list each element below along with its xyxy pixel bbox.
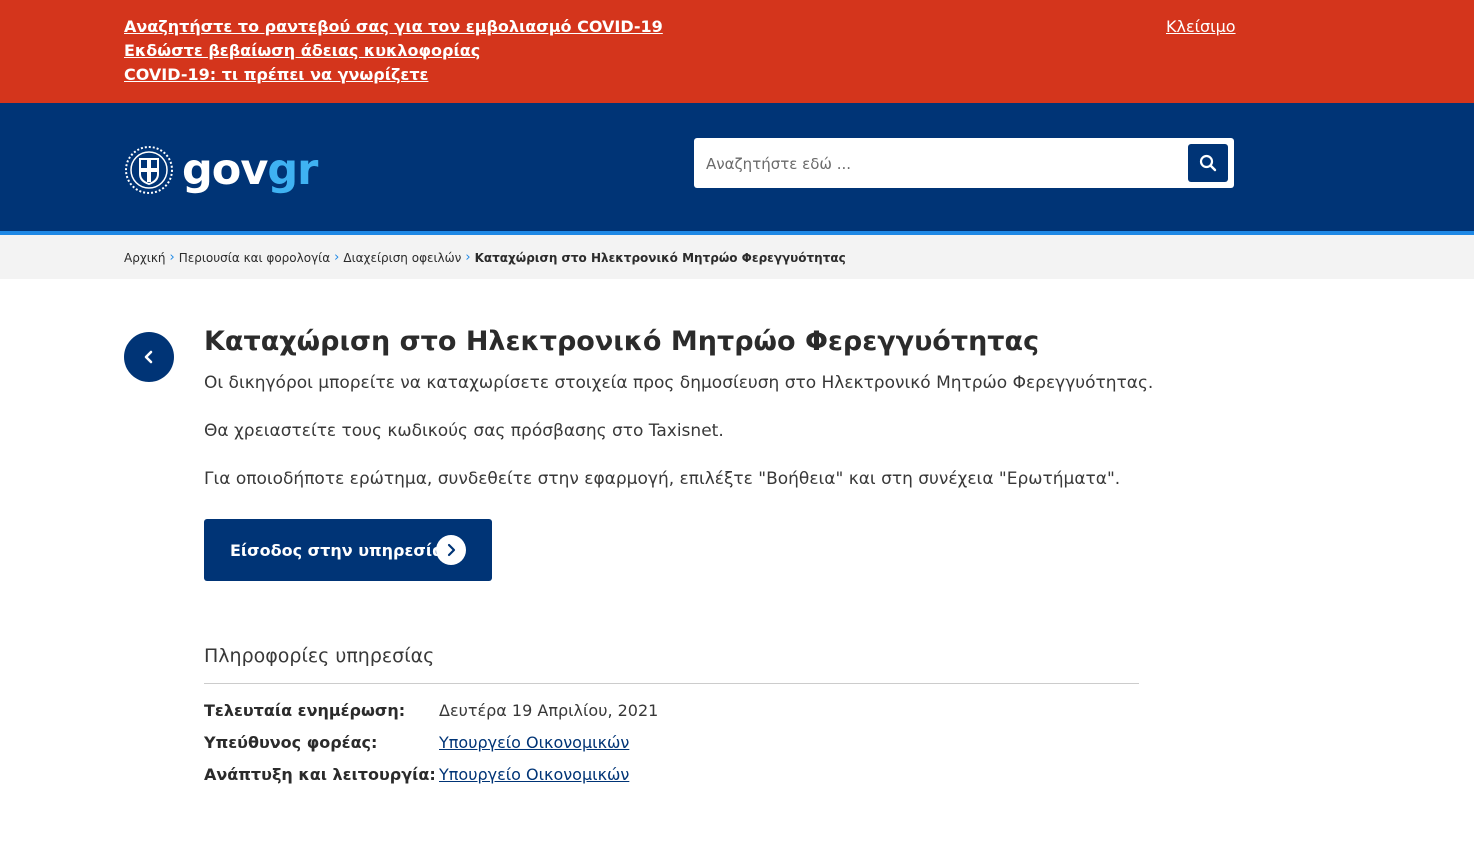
page-title: Καταχώριση στο Ηλεκτρονικό Μητρώο Φερεγγ… xyxy=(204,326,1040,357)
alert-banner: Αναζητήστε το ραντεβού σας για τον εμβολ… xyxy=(0,0,1474,103)
chevron-right-icon: › xyxy=(169,250,175,265)
banner-link-vaccination[interactable]: Αναζητήστε το ραντεβού σας για τον εμβολ… xyxy=(124,17,663,36)
greek-emblem-icon xyxy=(125,146,173,194)
logo-wordmark: govgr xyxy=(182,148,318,192)
info-label: Τελευταία ενημέρωση: xyxy=(204,701,406,720)
info-label: Ανάπτυξη και λειτουργία: xyxy=(204,765,436,784)
search-button[interactable] xyxy=(1188,144,1228,182)
chevron-right-icon: › xyxy=(334,250,340,265)
logo-gr-text: gr xyxy=(267,144,318,195)
logo-gov-text: gov xyxy=(182,144,268,195)
chevron-right-icon: › xyxy=(465,250,471,265)
responsible-body-link[interactable]: Υπουργείο Οικονομικών xyxy=(439,733,629,752)
chevron-left-icon xyxy=(144,350,153,364)
enter-service-label: Είσοδος στην υπηρεσία xyxy=(230,540,444,560)
search-input[interactable] xyxy=(704,148,1178,180)
divider xyxy=(204,683,1139,684)
chevron-right-icon xyxy=(436,535,466,565)
banner-close-link[interactable]: Κλείσιμο xyxy=(1166,17,1236,36)
development-operation-link[interactable]: Υπουργείο Οικονομικών xyxy=(439,765,629,784)
last-update-value: Δευτέρα 19 Απριλίου, 2021 xyxy=(439,701,659,720)
breadcrumb-debt-management[interactable]: Διαχείριση οφειλών xyxy=(343,251,461,265)
credentials-paragraph: Θα χρειαστείτε τους κωδικούς σας πρόσβασ… xyxy=(204,421,724,441)
search-icon xyxy=(1199,154,1217,172)
breadcrumb: Αρχική › Περιουσία και φορολογία › Διαχε… xyxy=(0,235,1474,279)
breadcrumb-current: Καταχώριση στο Ηλεκτρονικό Μητρώο Φερεγγ… xyxy=(474,250,846,265)
search-box xyxy=(694,138,1234,188)
service-info-heading: Πληροφορίες υπηρεσίας xyxy=(204,645,435,667)
back-button[interactable] xyxy=(124,332,174,382)
intro-paragraph: Οι δικηγόροι μπορείτε να καταχωρίσετε στ… xyxy=(204,373,1154,393)
enter-service-button[interactable]: Είσοδος στην υπηρεσία xyxy=(204,519,492,581)
breadcrumb-home[interactable]: Αρχική xyxy=(124,251,166,265)
banner-link-movement-permit[interactable]: Εκδώστε βεβαίωση άδειας κυκλοφορίας xyxy=(124,41,480,60)
info-label: Υπεύθυνος φορέας: xyxy=(204,733,378,752)
help-paragraph: Για οποιοδήποτε ερώτημα, συνδεθείτε στην… xyxy=(204,469,1121,489)
govgr-logo[interactable]: govgr xyxy=(124,144,318,196)
banner-link-covid-info[interactable]: COVID-19: τι πρέπει να γνωρίζετε xyxy=(124,65,428,84)
breadcrumb-property-tax[interactable]: Περιουσία και φορολογία xyxy=(179,251,330,265)
